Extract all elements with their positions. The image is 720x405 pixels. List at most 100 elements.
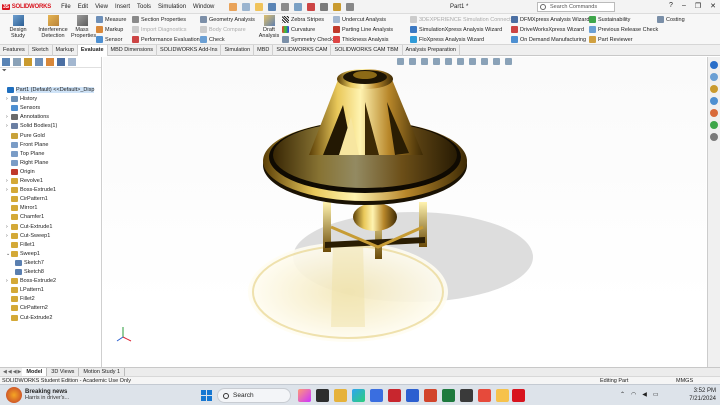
tab-solidworks-cam[interactable]: SOLIDWORKS CAM [273,45,332,56]
tree-item-boss-extrude1[interactable]: › Boss-Extrude1 [6,186,56,194]
file-properties-icon[interactable] [333,2,342,11]
tab-features[interactable]: Features [0,45,29,56]
tree-item-sweep1[interactable]: ⌄ Sweep1 [6,250,40,258]
tab-sketch[interactable]: Sketch [29,45,53,56]
open-folder-icon[interactable] [255,2,264,11]
tab-analysis-preparation[interactable]: Analysis Preparation [403,45,460,56]
search-commands-input[interactable]: Search Commands [537,2,615,12]
edit-appearance-icon[interactable] [481,58,488,65]
tab-scroll-arrows-icon[interactable]: ◀◀◀▶ [3,369,22,375]
tree-item-cut-extrude2[interactable]: Cut-Extrude2 [6,314,52,322]
select-icon[interactable] [320,2,329,11]
floxpress-button[interactable]: FloXpress Analysis Wizard [410,36,484,43]
menu-view[interactable]: View [95,4,108,10]
tab-evaluate[interactable]: Evaluate [77,45,108,56]
tree-item-fillet1[interactable]: Fillet1 [6,241,35,249]
menu-insert[interactable]: Insert [115,4,130,10]
display-style-icon[interactable] [457,58,464,65]
solidworks-resources-icon[interactable] [710,61,718,69]
options-gear-icon[interactable] [346,2,355,11]
custom-properties-icon[interactable] [710,121,718,129]
markup-button[interactable]: Markup [96,26,123,33]
excel-icon[interactable] [442,389,455,402]
solidworks-logo[interactable]: 3S SOLIDWORKS [2,3,51,10]
previous-release-check-button[interactable]: Previous Release Check [589,26,658,33]
tree-item-part1-default-default-disp[interactable]: Part1 (Default) <<Default>_Disp [2,86,95,94]
menu-window[interactable]: Window [193,4,214,10]
tab-motion-study-1[interactable]: Motion Study 1 [79,368,126,376]
powerpoint-icon[interactable] [424,389,437,402]
tab-solidworks-add-ins[interactable]: SOLIDWORKS Add-Ins [157,45,222,56]
previous-view-icon[interactable] [421,58,428,65]
tree-item-sensors[interactable]: Sensors [6,104,40,112]
measure-button[interactable]: Measure [96,16,126,23]
simulation-connector-button[interactable]: 3DEXPERIENCE Simulation Connector [410,16,516,23]
tree-item-sketch8[interactable]: Sketch8 [10,268,44,276]
app-orange-icon[interactable] [478,389,491,402]
driveworksxpress-button[interactable]: DriveWorksXpress Wizard [511,26,584,33]
tab-markup[interactable]: Markup [53,45,78,56]
sensor-button[interactable]: Sensor [96,36,122,43]
design-library-icon[interactable] [710,73,718,81]
symmetry-check-button[interactable]: Symmetry Check [282,36,333,43]
tab-mbd-dimensions[interactable]: MBD Dimensions [108,45,157,56]
tree-item-cirpattern1[interactable]: CirPattern1 [6,195,48,203]
tree-item-pure-gold[interactable]: Pure Gold [6,132,45,140]
cam-manager-icon[interactable] [57,58,65,66]
interference-detection-button[interactable]: Interference Detection [37,15,69,39]
on-demand-manufacturing-button[interactable]: On Demand Manufacturing [511,36,586,43]
rebuild-icon[interactable] [307,2,316,11]
tree-item-chamfer1[interactable]: Chamfer1 [6,213,44,221]
curvature-button[interactable]: Curvature [282,26,315,33]
section-properties-button[interactable]: Section Properties [132,16,186,23]
tree-item-boss-extrude2[interactable]: › Boss-Extrude2 [6,277,56,285]
tree-item-origin[interactable]: Origin [6,168,35,176]
tab-3d-views[interactable]: 3D Views [47,368,80,376]
property-manager-icon[interactable] [13,58,21,66]
wifi-icon[interactable]: ◠ [631,391,636,398]
news-widget[interactable]: Breaking news Harris in driver's... [6,387,69,403]
tab-solidworks-cam-tbm[interactable]: SOLIDWORKS CAM TBM [331,45,403,56]
appearances-scenes-icon[interactable] [710,109,718,117]
geometry-analysis-button[interactable]: Geometry Analysis [200,16,255,23]
windows-start-icon[interactable] [201,390,212,401]
section-view-icon[interactable] [433,58,440,65]
new-document-icon[interactable] [242,2,251,11]
check-button[interactable]: Check [200,36,225,43]
menu-file[interactable]: File [61,4,71,10]
minimize-icon[interactable]: – [682,2,686,10]
file-explorer-taskbar-icon[interactable] [334,389,347,402]
tab-model[interactable]: Model [22,368,48,376]
apply-scene-icon[interactable] [493,58,500,65]
file-explorer-icon[interactable] [710,85,718,93]
close-icon[interactable]: ✕ [710,2,716,10]
appearance-icon[interactable] [68,58,76,66]
zebra-stripes-button[interactable]: Zebra Stripes [282,16,324,23]
battery-icon[interactable]: ▭ [653,391,659,398]
store-icon[interactable] [370,389,383,402]
solidworks-taskbar-icon[interactable] [512,389,525,402]
dimxpert-icon[interactable] [35,58,43,66]
tree-item-annotations[interactable]: › Annotations [6,113,49,121]
taskbar-search-box[interactable]: Search [217,388,291,403]
print-icon[interactable] [281,2,290,11]
restore-icon[interactable]: ❐ [695,2,701,10]
tab-mbd[interactable]: MBD [254,45,274,56]
thickness-analysis-button[interactable]: Thickness Analysis [333,36,388,43]
mass-properties-button[interactable]: Mass Properties [71,15,96,39]
menu-tools[interactable]: Tools [137,4,151,10]
view-settings-icon[interactable] [505,58,512,65]
dfmxpress-button[interactable]: DFMXpress Analysis Wizard [511,16,589,23]
tree-item-front-plane[interactable]: Front Plane [6,141,48,149]
view-orientation-icon[interactable] [445,58,452,65]
sustainability-button[interactable]: Sustainability [589,16,630,23]
tree-item-fillet2[interactable]: Fillet2 [6,295,35,303]
hide-show-items-icon[interactable] [469,58,476,65]
part-reviewer-button[interactable]: Part Reviewer [589,36,633,43]
tree-item-lpattern1[interactable]: LPattern1 [6,286,44,294]
zoom-area-icon[interactable] [409,58,416,65]
simulationxpress-button[interactable]: SimulationXpress Analysis Wizard [410,26,502,33]
view-palette-icon[interactable] [710,97,718,105]
help-icon[interactable]: ? [669,2,673,10]
configuration-manager-icon[interactable] [24,58,32,66]
